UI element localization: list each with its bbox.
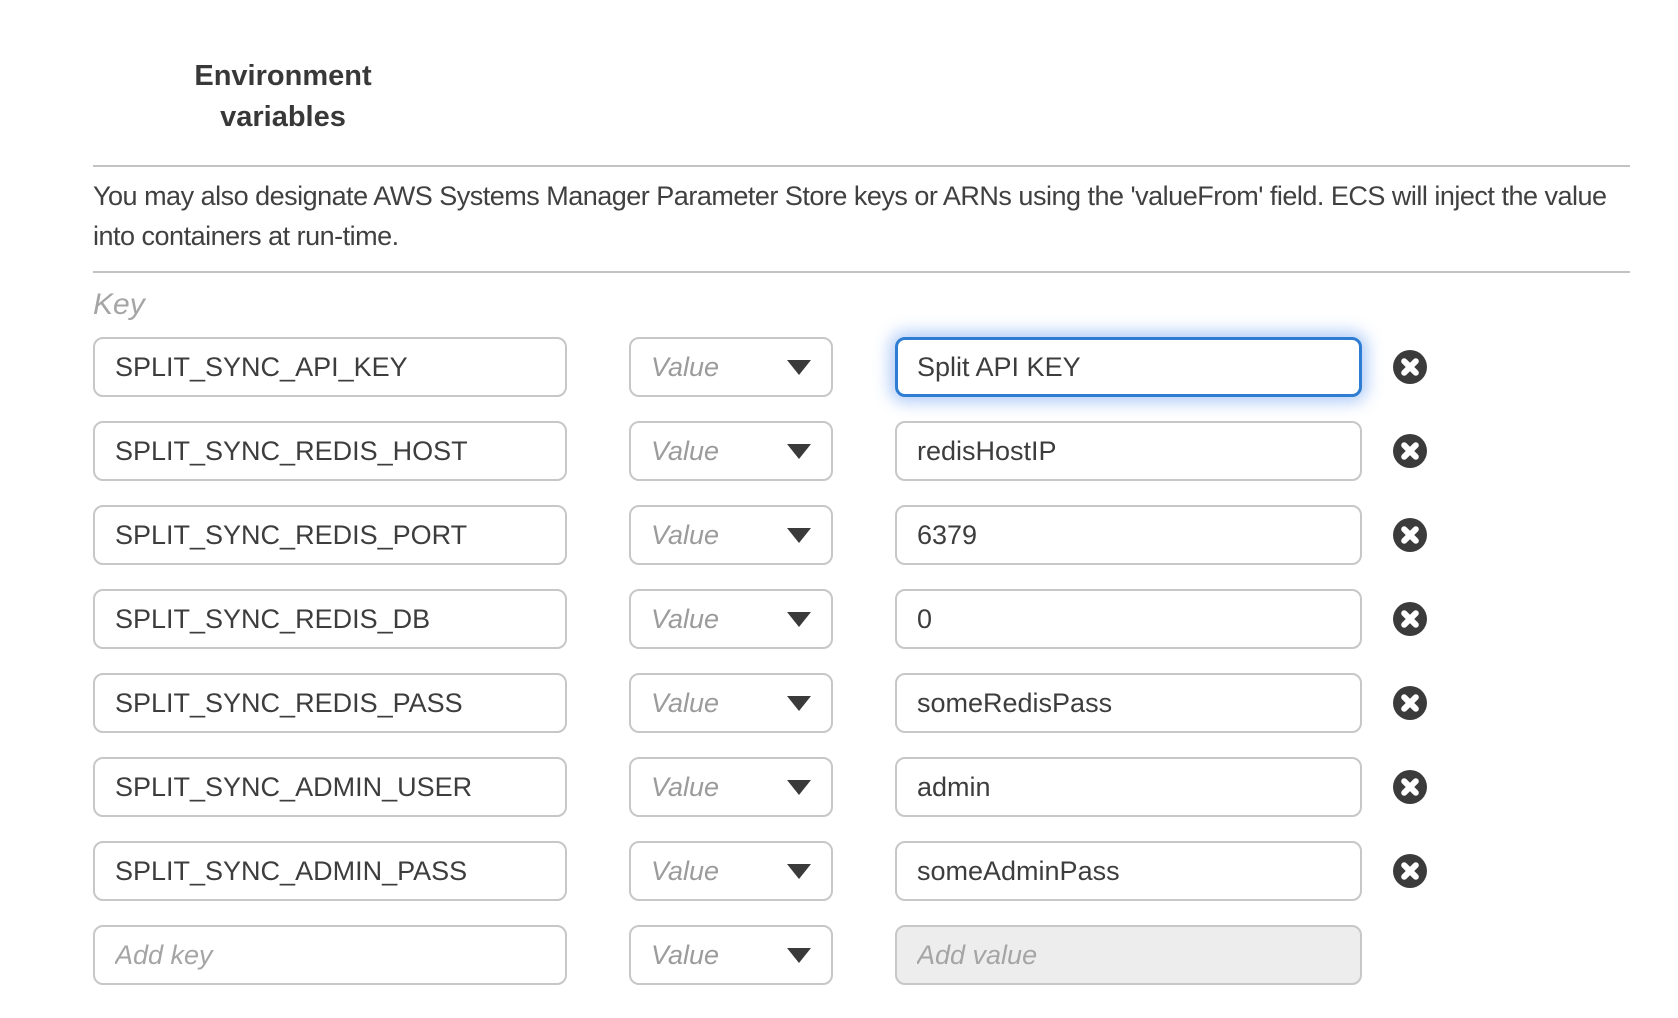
env-key-input[interactable] [93,841,567,901]
value-type-dropdown[interactable]: Value [629,421,833,481]
env-key-input[interactable] [93,757,567,817]
env-value-input[interactable] [895,589,1362,649]
value-type-dropdown[interactable]: Value [629,337,833,397]
remove-icon [1392,517,1428,553]
env-key-input[interactable] [93,673,567,733]
value-type-label: Value [651,856,719,887]
env-value-input[interactable] [895,505,1362,565]
env-value-input[interactable] [895,841,1362,901]
add-env-var-row: Value [0,925,1678,985]
value-type-label: Value [651,688,719,719]
value-type-label: Value [651,772,719,803]
value-type-label: Value [651,604,719,635]
env-var-row: Value [0,505,1678,565]
env-key-input[interactable] [93,421,567,481]
chevron-down-icon [787,612,811,627]
value-type-dropdown[interactable]: Value [629,841,833,901]
env-var-row: Value [0,841,1678,901]
value-type-dropdown[interactable]: Value [629,925,833,985]
divider [93,271,1630,273]
remove-icon [1392,853,1428,889]
value-type-label: Value [651,436,719,467]
remove-row-button[interactable] [1392,769,1428,805]
env-var-row: Value [0,757,1678,817]
remove-row-button[interactable] [1392,601,1428,637]
divider [93,165,1630,167]
chevron-down-icon [787,444,811,459]
value-type-dropdown[interactable]: Value [629,505,833,565]
remove-row-button[interactable] [1392,853,1428,889]
value-type-label: Value [651,520,719,551]
chevron-down-icon [787,948,811,963]
env-key-input[interactable] [93,589,567,649]
value-type-dropdown[interactable]: Value [629,673,833,733]
chevron-down-icon [787,696,811,711]
remove-icon [1392,349,1428,385]
remove-row-button[interactable] [1392,517,1428,553]
env-value-input[interactable] [895,421,1362,481]
env-value-input[interactable] [895,337,1362,397]
value-type-label: Value [651,352,719,383]
env-value-input[interactable] [895,673,1362,733]
add-key-input[interactable] [93,925,567,985]
chevron-down-icon [787,864,811,879]
description-text: You may also designate AWS Systems Manag… [93,176,1630,256]
remove-icon [1392,769,1428,805]
remove-icon [1392,601,1428,637]
chevron-down-icon [787,528,811,543]
env-var-row: Value [0,421,1678,481]
remove-row-button[interactable] [1392,349,1428,385]
add-value-input [895,925,1362,985]
key-column-header: Key [93,288,145,322]
env-var-row: Value [0,589,1678,649]
remove-icon [1392,433,1428,469]
env-var-row: Value [0,673,1678,733]
chevron-down-icon [787,780,811,795]
remove-row-button[interactable] [1392,433,1428,469]
remove-icon [1392,685,1428,721]
env-key-input[interactable] [93,505,567,565]
env-var-row: Value [0,337,1678,397]
chevron-down-icon [787,360,811,375]
value-type-label: Value [651,940,719,971]
value-type-dropdown[interactable]: Value [629,589,833,649]
env-key-input[interactable] [93,337,567,397]
remove-row-button[interactable] [1392,685,1428,721]
environment-variables-label: Environment variables [183,56,383,138]
environment-variables-form: Environment variables You may also desig… [0,0,1678,1018]
env-value-input[interactable] [895,757,1362,817]
value-type-dropdown[interactable]: Value [629,757,833,817]
